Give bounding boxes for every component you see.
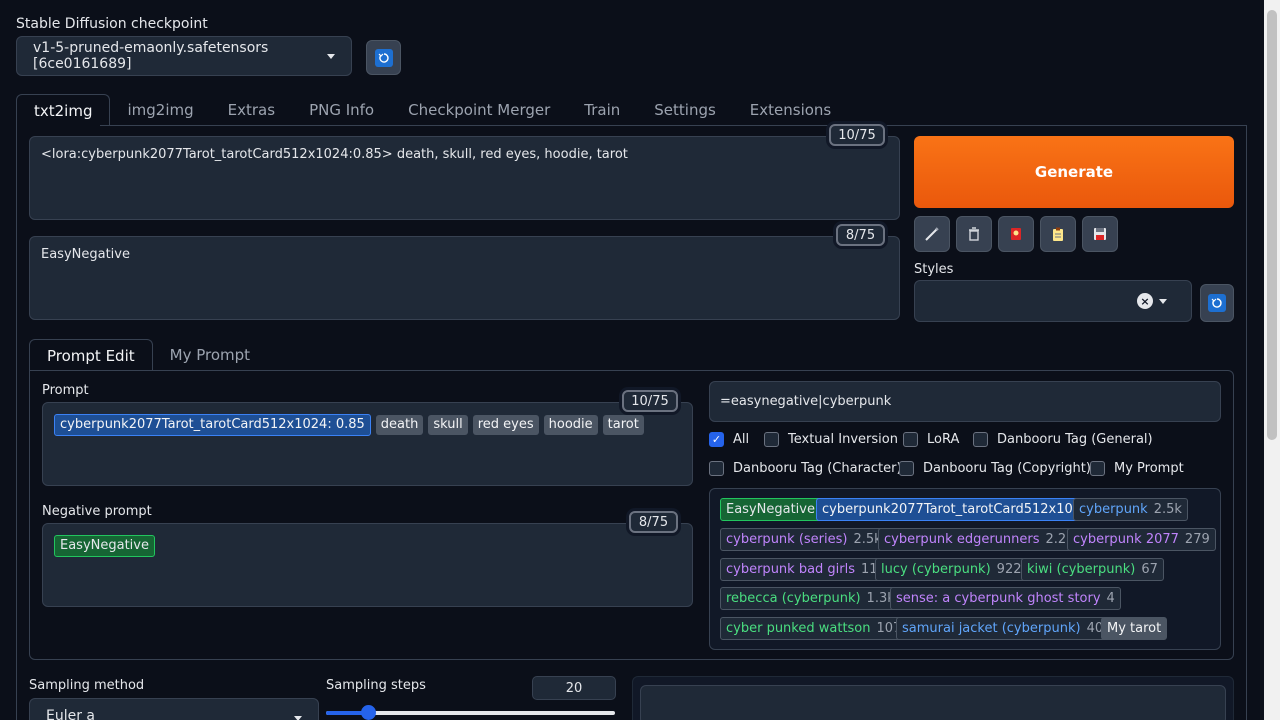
filter-danbooru-copyright[interactable]: Danbooru Tag (Copyright)	[899, 461, 1091, 476]
read-params-button[interactable]	[914, 216, 950, 252]
filter-lora[interactable]: LoRA	[903, 432, 959, 447]
result-chip[interactable]: rebecca (cyberpunk) 1.3k	[720, 587, 901, 610]
chevron-down-icon	[327, 53, 335, 59]
card-icon	[1011, 228, 1021, 240]
result-chip[interactable]: sense: a cyberpunk ghost story 4	[890, 587, 1121, 610]
filter-my-prompt[interactable]: My Prompt	[1090, 461, 1184, 476]
trash-icon	[969, 227, 979, 241]
tab-extras[interactable]: Extras	[211, 94, 292, 126]
tab-train[interactable]: Train	[567, 94, 637, 126]
pe-prompt-counter: 10/75	[622, 390, 678, 412]
pe-negative-tags[interactable]: EasyNegative	[42, 523, 693, 607]
tag-results: EasyNegative cyberpunk2077Tarot_tarotCar…	[709, 488, 1221, 650]
generate-button[interactable]: Generate	[914, 136, 1234, 208]
checkpoint-label: Stable Diffusion checkpoint	[16, 16, 208, 32]
result-chip[interactable]: My tarot	[1101, 617, 1168, 640]
result-chip[interactable]: cyberpunk 2077 279	[1067, 528, 1216, 551]
tab-extensions[interactable]: Extensions	[733, 94, 848, 126]
clipboard-icon	[1053, 227, 1063, 241]
apply-style-button[interactable]	[1040, 216, 1076, 252]
prompt-tag[interactable]: cyberpunk2077Tarot_tarotCard512x1024: 0.…	[54, 414, 371, 436]
negative-token-counter: 8/75	[836, 224, 885, 246]
pe-negative-label: Negative prompt	[42, 504, 152, 519]
tag-search-input[interactable]: =easynegative|cyberpunk	[709, 381, 1221, 422]
result-chip[interactable]: samurai jacket (cyberpunk) 401	[896, 617, 1118, 640]
prompt-tag[interactable]: red eyes	[472, 415, 539, 435]
result-chip[interactable]: cyberpunk 2.5k	[1073, 498, 1188, 521]
negative-tag[interactable]: EasyNegative	[54, 535, 155, 557]
output-gallery	[640, 685, 1226, 720]
filter-danbooru-general[interactable]: Danbooru Tag (General)	[973, 432, 1153, 447]
checkpoint-refresh-button[interactable]	[366, 40, 401, 75]
sampling-method-value: Euler a	[46, 708, 96, 720]
refresh-icon	[374, 48, 393, 67]
filter-all[interactable]: ✓ All	[709, 432, 749, 447]
filter-textual-inversion[interactable]: Textual Inversion	[764, 432, 898, 447]
sampling-steps-slider-thumb[interactable]	[361, 705, 376, 720]
result-chip[interactable]: kiwi (cyberpunk) 67	[1021, 558, 1164, 581]
clear-prompt-button[interactable]	[956, 216, 992, 252]
chevron-down-icon	[1159, 299, 1167, 304]
pe-prompt-tags[interactable]: cyberpunk2077Tarot_tarotCard512x1024: 0.…	[42, 402, 693, 486]
prompt-textarea[interactable]: <lora:cyberpunk2077Tarot_tarotCard512x10…	[29, 136, 900, 220]
sampling-method-label: Sampling method	[29, 678, 145, 693]
prompt-tag[interactable]: hoodie	[543, 415, 598, 435]
save-icon	[1094, 228, 1106, 240]
styles-label: Styles	[914, 262, 954, 277]
clear-styles-icon[interactable]: ×	[1137, 293, 1153, 309]
prompt-token-counter: 10/75	[829, 124, 885, 146]
checkpoint-select[interactable]: v1-5-pruned-emaonly.safetensors [6ce0161…	[16, 36, 352, 76]
tab-divider	[100, 125, 1246, 126]
sampling-steps-label: Sampling steps	[326, 678, 426, 693]
tab-my-prompt[interactable]: My Prompt	[153, 339, 267, 371]
tab-checkpoint-merger[interactable]: Checkpoint Merger	[391, 94, 567, 126]
result-chip[interactable]: cyber punked wattson 107	[720, 617, 908, 640]
panel-border-left	[16, 125, 17, 720]
pencil-icon	[925, 227, 939, 241]
tab-txt2img[interactable]: txt2img	[16, 94, 111, 126]
save-style-button[interactable]	[1082, 216, 1118, 252]
styles-refresh-button[interactable]	[1200, 284, 1234, 322]
tab-png-info[interactable]: PNG Info	[292, 94, 391, 126]
result-chip[interactable]: cyberpunk (series) 2.5k	[720, 528, 888, 551]
filter-danbooru-character[interactable]: Danbooru Tag (Character)	[709, 461, 902, 476]
pe-prompt-label: Prompt	[42, 383, 89, 398]
panel-border-right	[1246, 125, 1247, 720]
sampling-steps-input[interactable]: 20	[532, 676, 616, 700]
tab-img2img[interactable]: img2img	[110, 94, 210, 126]
refresh-icon	[1208, 294, 1226, 312]
check-icon: ✓	[709, 432, 724, 447]
prompt-tag[interactable]: tarot	[602, 415, 644, 435]
prompt-edit-tabs: Prompt Edit My Prompt	[29, 339, 267, 371]
extra-networks-button[interactable]	[998, 216, 1034, 252]
prompt-tag[interactable]: skull	[428, 415, 468, 435]
result-chip[interactable]: lucy (cyberpunk) 922	[875, 558, 1028, 581]
result-chip[interactable]: cyberpunk2077Tarot_tarotCard512x1024	[816, 498, 1096, 521]
negative-prompt-textarea[interactable]: EasyNegative	[29, 236, 900, 320]
checkpoint-value: v1-5-pruned-emaonly.safetensors [6ce0161…	[33, 40, 269, 72]
prompt-tag[interactable]: death	[375, 415, 424, 435]
tab-settings[interactable]: Settings	[637, 94, 733, 126]
result-chip[interactable]: cyberpunk bad girls 11	[720, 558, 884, 581]
main-tabs: txt2img img2img Extras PNG Info Checkpoi…	[16, 94, 848, 126]
pe-negative-counter: 8/75	[629, 511, 678, 533]
result-chip[interactable]: EasyNegative	[720, 498, 821, 521]
tab-prompt-edit[interactable]: Prompt Edit	[29, 339, 153, 371]
sampling-method-select[interactable]: Euler a	[29, 698, 319, 720]
chevron-down-icon	[294, 716, 302, 720]
result-chip[interactable]: cyberpunk edgerunners 2.2k	[878, 528, 1080, 551]
page-scrollbar-thumb[interactable]	[1267, 10, 1277, 440]
